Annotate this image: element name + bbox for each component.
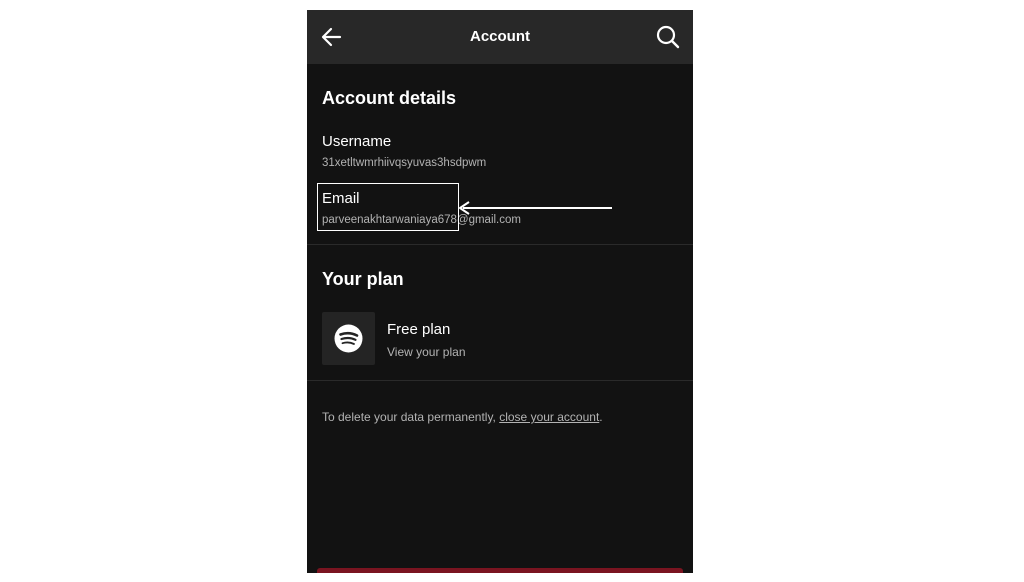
- top-bar: Account: [307, 10, 693, 64]
- your-plan-heading: Your plan: [322, 269, 404, 289]
- account-screen: Account Account details Username 31xetlt…: [307, 10, 693, 573]
- plan-name: Free plan: [387, 321, 451, 338]
- free-plan-item[interactable]: Free plan View your plan: [322, 312, 678, 366]
- divider: [307, 244, 693, 245]
- search-button[interactable]: [655, 24, 681, 50]
- close-account-link[interactable]: close your account: [499, 410, 599, 424]
- delete-note-text: To delete your data permanently,: [322, 410, 500, 424]
- username-value: 31xetltwmrhiivqsyuvas3hsdpwm: [322, 157, 487, 169]
- plan-icon-tile: [322, 312, 375, 365]
- delete-note-end: .: [599, 410, 603, 424]
- divider: [307, 380, 693, 381]
- search-icon: [656, 25, 680, 49]
- username-label: Username: [322, 133, 392, 150]
- account-details-heading: Account details: [322, 88, 457, 108]
- arrow-annotation-icon: [459, 201, 612, 215]
- spotify-logo-icon: [334, 324, 363, 353]
- email-highlight-box: [317, 183, 459, 231]
- bottom-bar-edge: [317, 568, 683, 573]
- page-title: Account: [470, 28, 530, 45]
- view-plan-link[interactable]: View your plan: [387, 345, 466, 359]
- delete-data-note: To delete your data permanently, close y…: [322, 410, 603, 424]
